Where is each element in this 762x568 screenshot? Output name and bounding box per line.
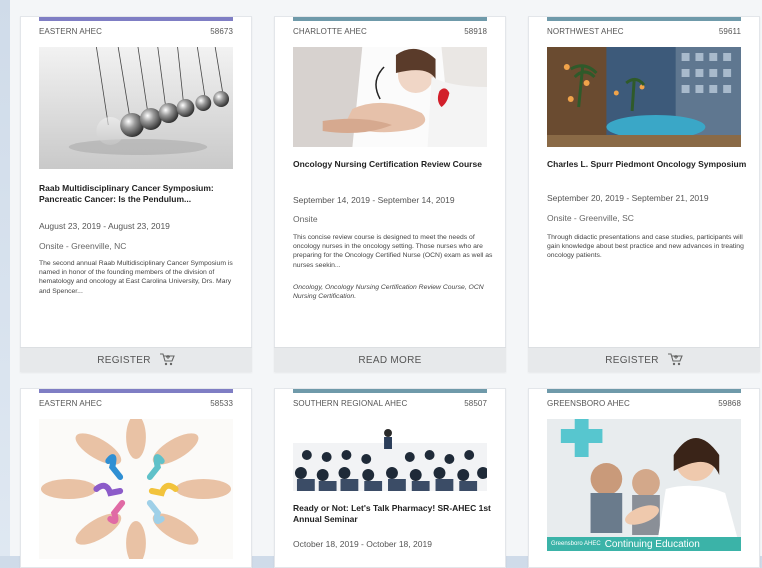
- card-id: 58507: [464, 399, 487, 408]
- seminar-audience-image[interactable]: [293, 419, 487, 491]
- course-card[interactable]: CHARLOTTE AHEC 58918 Oncology Nursing Ce…: [274, 16, 506, 372]
- card-description: This concise review course is designed t…: [293, 234, 493, 269]
- register-button[interactable]: REGISTER: [528, 347, 760, 372]
- card-accent-bar: [547, 17, 741, 21]
- register-label: REGISTER: [605, 354, 659, 366]
- cart-icon: [159, 352, 175, 369]
- card-description: Through didactic presentations and case …: [547, 234, 744, 260]
- card-org: EASTERN AHEC: [39, 399, 102, 408]
- card-header: CHARLOTTE AHEC 58918: [293, 27, 487, 36]
- read-more-label: READ MORE: [358, 354, 422, 366]
- card-id: 58533: [210, 399, 233, 408]
- course-card[interactable]: NORTHWEST AHEC 59611 Charles L. Spurr Pi…: [528, 16, 760, 372]
- cart-icon: [667, 352, 683, 369]
- card-title[interactable]: Ready or Not: Let's Talk Pharmacy! SR-AH…: [293, 503, 495, 525]
- image-caption: Continuing Education: [604, 538, 700, 550]
- register-button[interactable]: REGISTER: [20, 347, 252, 372]
- newtons-cradle-image[interactable]: [39, 47, 233, 169]
- card-header: NORTHWEST AHEC 59611: [547, 27, 741, 36]
- nurse-holding-hands-image[interactable]: [293, 47, 487, 147]
- course-listing-grid: EASTERN AHEC 58673 Raab Multidisciplinar…: [10, 0, 762, 568]
- card-location: Onsite: [293, 214, 318, 224]
- course-card[interactable]: EASTERN AHEC 58673 Raab Multidisciplinar…: [20, 16, 252, 372]
- card-org: CHARLOTTE AHEC: [293, 27, 367, 36]
- card-header: EASTERN AHEC 58673: [39, 27, 233, 36]
- card-title[interactable]: Charles L. Spurr Piedmont Oncology Sympo…: [547, 159, 749, 170]
- register-label: REGISTER: [97, 354, 151, 366]
- card-date: October 18, 2019 - October 18, 2019: [293, 539, 432, 549]
- card-accent-bar: [293, 389, 487, 393]
- card-org: NORTHWEST AHEC: [547, 27, 624, 36]
- course-card[interactable]: GREENSBORO AHEC 59868 Greensboro AHEC Co…: [528, 388, 760, 568]
- card-org: GREENSBORO AHEC: [547, 399, 630, 408]
- card-date: September 20, 2019 - September 21, 2019: [547, 193, 709, 203]
- card-id: 58673: [210, 27, 233, 36]
- card-title[interactable]: Raab Multidisciplinary Cancer Symposium:…: [39, 183, 241, 205]
- card-date: September 14, 2019 - September 14, 2019: [293, 195, 455, 205]
- card-org: EASTERN AHEC: [39, 27, 102, 36]
- awareness-ribbons-hands-image[interactable]: [39, 419, 233, 559]
- card-header: GREENSBORO AHEC 59868: [547, 399, 741, 408]
- hotel-atrium-image[interactable]: [547, 47, 741, 147]
- card-org: SOUTHERN REGIONAL AHEC: [293, 399, 408, 408]
- card-title[interactable]: Oncology Nursing Certification Review Co…: [293, 159, 495, 170]
- card-description: The second annual Raab Multidisciplinary…: [39, 260, 233, 295]
- card-date: August 23, 2019 - August 23, 2019: [39, 221, 170, 231]
- read-more-button[interactable]: READ MORE: [274, 347, 506, 372]
- card-location: Onsite - Greenville, SC: [547, 213, 634, 223]
- card-accent-bar: [39, 389, 233, 393]
- card-tags: Oncology, Oncology Nursing Certification…: [293, 284, 484, 301]
- image-caption-bar: Greensboro AHEC Continuing Education: [547, 537, 741, 551]
- card-accent-bar: [293, 17, 487, 21]
- card-accent-bar: [39, 17, 233, 21]
- continuing-education-image[interactable]: [547, 419, 741, 551]
- course-card[interactable]: SOUTHERN REGIONAL AHEC 58507 Ready or No…: [274, 388, 506, 568]
- card-id: 58918: [464, 27, 487, 36]
- card-header: EASTERN AHEC 58533: [39, 399, 233, 408]
- card-accent-bar: [547, 389, 741, 393]
- card-header: SOUTHERN REGIONAL AHEC 58507: [293, 399, 487, 408]
- course-card[interactable]: EASTERN AHEC 58533: [20, 388, 252, 568]
- card-id: 59611: [718, 27, 741, 36]
- image-caption-small: Greensboro AHEC: [551, 541, 601, 547]
- card-id: 59868: [718, 399, 741, 408]
- card-location: Onsite - Greenville, NC: [39, 241, 127, 251]
